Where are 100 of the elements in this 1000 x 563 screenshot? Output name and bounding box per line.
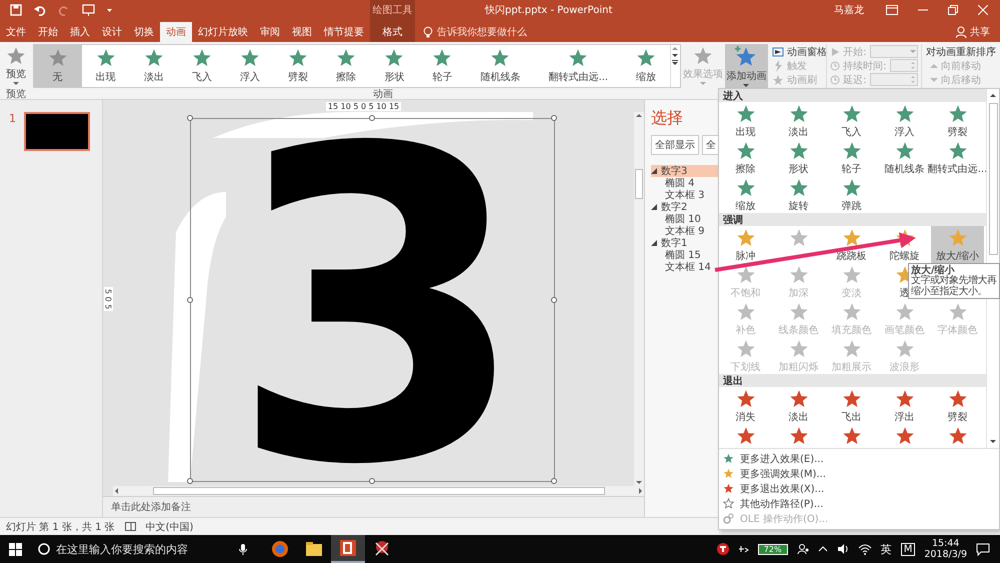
ribbon-tab[interactable]: 幻灯片放映 bbox=[192, 22, 254, 42]
undo-icon[interactable] bbox=[34, 4, 46, 16]
resize-handle[interactable] bbox=[187, 115, 193, 121]
effect-item[interactable]: 淡出 bbox=[772, 102, 825, 139]
ribbon-display-icon[interactable] bbox=[886, 5, 898, 15]
windows-start-icon[interactable] bbox=[8, 542, 22, 556]
tree-item[interactable]: 椭圆 15 bbox=[665, 249, 701, 261]
gallery-item[interactable]: 随机线条 bbox=[466, 45, 535, 87]
gallery-item[interactable]: 飞入 bbox=[178, 45, 226, 87]
ribbon-tab[interactable]: 设计 bbox=[96, 22, 128, 42]
effect-item[interactable]: 缩放 bbox=[719, 176, 772, 213]
ribbon-tab[interactable]: 格式 bbox=[370, 22, 415, 42]
people-icon[interactable] bbox=[796, 543, 809, 555]
ribbon-tab[interactable]: 切换 bbox=[128, 22, 160, 42]
gallery-item[interactable]: 擦除 bbox=[322, 45, 370, 87]
effect-item[interactable]: 劈裂 bbox=[931, 102, 984, 139]
pane-button[interactable]: 全部显示 bbox=[651, 135, 699, 155]
dropdown-field[interactable] bbox=[870, 45, 918, 58]
tree-item[interactable]: 数字1 bbox=[651, 237, 718, 249]
scroll-up-icon[interactable] bbox=[635, 112, 643, 119]
tell-me-field[interactable]: 告诉我你想要做什么 bbox=[437, 25, 527, 39]
more-icon[interactable] bbox=[671, 59, 680, 66]
scrollbar-thumb[interactable] bbox=[988, 103, 998, 255]
effect-item[interactable]: 放大/缩小 bbox=[931, 226, 984, 263]
menu-item[interactable]: 更多进入效果(E)... bbox=[719, 451, 999, 466]
folder-icon[interactable] bbox=[305, 540, 323, 558]
effect-item[interactable]: 形状 bbox=[772, 139, 825, 176]
customize-caret-icon[interactable] bbox=[107, 8, 112, 12]
input-mode[interactable]: M bbox=[900, 542, 916, 556]
tree-item[interactable]: 数字2 bbox=[651, 201, 718, 213]
effect-item[interactable]: 飞入 bbox=[825, 102, 878, 139]
tree-item[interactable]: 椭圆 4 bbox=[665, 177, 695, 189]
gallery-item[interactable]: 缩放 bbox=[622, 45, 670, 87]
effect-item[interactable]: 浮出 bbox=[878, 387, 931, 424]
presentation-icon[interactable] bbox=[82, 4, 95, 16]
tree-item[interactable]: 文本框 3 bbox=[665, 189, 705, 201]
gallery-item[interactable]: 浮入 bbox=[226, 45, 274, 87]
effect-item[interactable]: 飞出 bbox=[825, 387, 878, 424]
chevron-up-icon[interactable] bbox=[818, 545, 828, 553]
scrollbar-thumb[interactable] bbox=[152, 487, 604, 495]
gallery-item[interactable]: 轮子 bbox=[418, 45, 466, 87]
notification-icon[interactable] bbox=[976, 542, 990, 556]
clock-date[interactable]: 2018/3/9 bbox=[924, 549, 967, 560]
presentation-app-icon[interactable] bbox=[339, 539, 357, 557]
preview-button[interactable]: 预览 bbox=[0, 44, 32, 88]
restore-icon[interactable] bbox=[948, 5, 958, 15]
close-icon[interactable] bbox=[978, 5, 988, 15]
spinner-field[interactable] bbox=[870, 73, 918, 86]
effect-item[interactable]: 出现 bbox=[719, 102, 772, 139]
scroll-up-icon[interactable] bbox=[989, 92, 997, 99]
speaker-icon[interactable] bbox=[836, 543, 849, 555]
resize-handle[interactable] bbox=[551, 115, 557, 121]
gallery-item[interactable]: 形状 bbox=[370, 45, 418, 87]
pane-button[interactable]: 全 bbox=[702, 135, 718, 155]
scrollbar-thumb[interactable] bbox=[635, 169, 643, 199]
effect-item[interactable]: 脉冲 bbox=[719, 226, 772, 263]
scroll-down-icon[interactable] bbox=[671, 52, 680, 59]
battery-indicator[interactable]: 72% bbox=[758, 544, 788, 554]
tree-item[interactable]: 文本框 9 bbox=[665, 225, 705, 237]
effect-item[interactable]: 轮子 bbox=[825, 139, 878, 176]
menu-item[interactable]: 更多退出效果(X)... bbox=[719, 481, 999, 496]
spinner-field[interactable] bbox=[890, 59, 918, 72]
ribbon-tab[interactable]: 动画 bbox=[160, 22, 192, 42]
ribbon-tab[interactable]: 审阅 bbox=[254, 22, 286, 42]
effect-item[interactable]: 劈裂 bbox=[931, 387, 984, 424]
effect-item[interactable]: 消失 bbox=[719, 387, 772, 424]
menu-item[interactable]: 更多强调效果(M)... bbox=[719, 466, 999, 481]
scroll-down-icon[interactable] bbox=[989, 438, 997, 445]
notes-placeholder[interactable]: 单击此处添加备注 bbox=[111, 500, 191, 514]
tray-app-icon[interactable] bbox=[716, 543, 729, 555]
language-indicator[interactable]: 中文(中国) bbox=[146, 520, 194, 534]
resize-handle[interactable] bbox=[369, 478, 375, 484]
tree-item[interactable]: 数字3 bbox=[651, 165, 718, 177]
tree-item[interactable]: 椭圆 10 bbox=[665, 213, 701, 225]
ribbon-tab[interactable]: 情节提要 bbox=[318, 22, 370, 42]
expanded-triangle-icon[interactable] bbox=[651, 204, 657, 210]
share-button[interactable]: 共享 bbox=[956, 22, 1000, 42]
clock-time[interactable]: 15:44 bbox=[932, 538, 960, 549]
add-animation-button[interactable]: 添加动画 bbox=[724, 44, 768, 88]
gallery-item[interactable]: 劈裂 bbox=[274, 45, 322, 87]
ribbon-tab[interactable]: 视图 bbox=[286, 22, 318, 42]
effect-item[interactable]: 旋转 bbox=[772, 176, 825, 213]
expanded-triangle-icon[interactable] bbox=[651, 240, 657, 246]
scissors-icon[interactable] bbox=[373, 540, 391, 558]
save-icon[interactable] bbox=[10, 4, 22, 16]
gallery-item[interactable]: 出现 bbox=[82, 45, 130, 87]
resize-handle[interactable] bbox=[187, 478, 193, 484]
tree-item[interactable]: 文本框 14 bbox=[665, 261, 711, 273]
ribbon-tab[interactable]: 插入 bbox=[64, 22, 96, 42]
gallery-item[interactable]: 翻转式由远... bbox=[534, 45, 622, 87]
browser-icon[interactable] bbox=[271, 540, 289, 558]
effect-item[interactable]: 淡出 bbox=[772, 387, 825, 424]
slide-thumbnail[interactable] bbox=[24, 112, 90, 151]
notes-icon[interactable] bbox=[124, 522, 136, 531]
ribbon-tab[interactable]: 开始 bbox=[32, 22, 64, 42]
ribbon-tab[interactable]: 文件 bbox=[0, 22, 32, 42]
wifi-icon[interactable] bbox=[858, 543, 872, 555]
menu-item[interactable]: 其他动作路径(P)... bbox=[719, 496, 999, 511]
gallery-item[interactable]: 无 bbox=[34, 45, 82, 87]
gallery-item[interactable]: 淡出 bbox=[130, 45, 178, 87]
